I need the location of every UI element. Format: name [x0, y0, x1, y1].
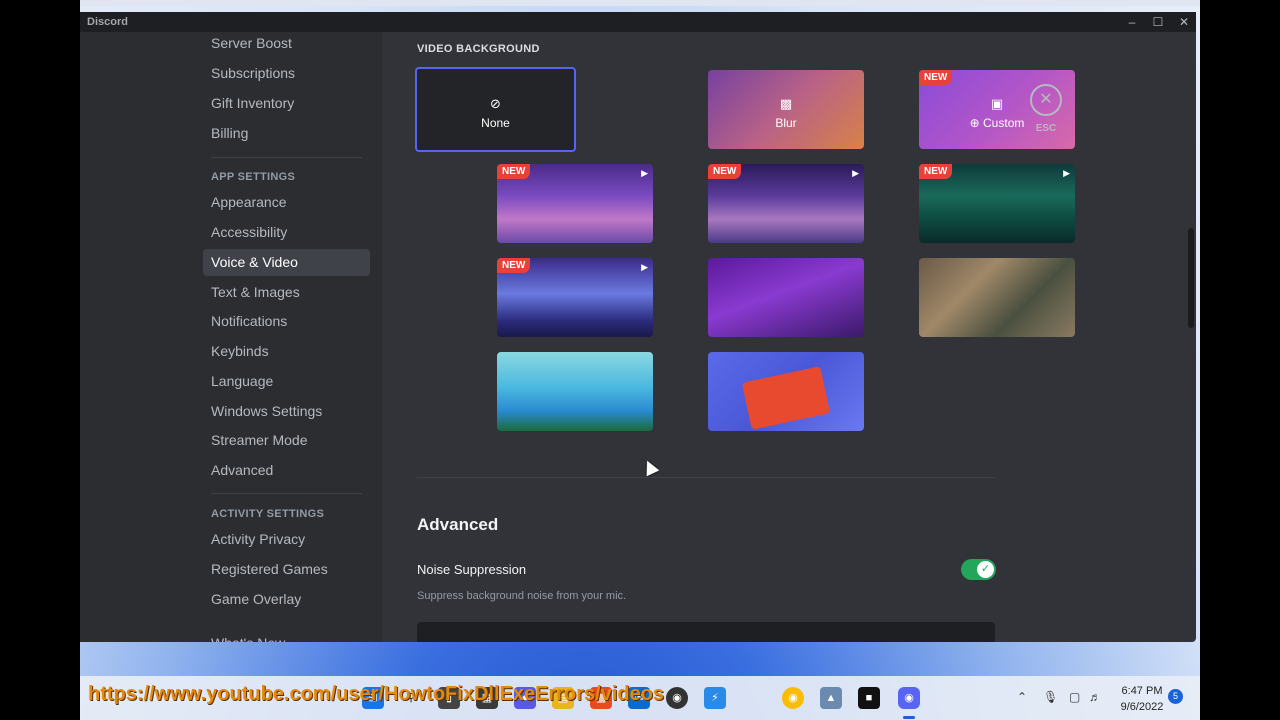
sidebar-item-appearance[interactable]: Appearance [203, 189, 370, 216]
sidebar-item-subscriptions[interactable]: Subscriptions [203, 60, 370, 87]
tile-art-shape [741, 366, 831, 430]
background-tile-control-room[interactable]: NEW ▶ [919, 164, 1075, 243]
sidebar-item-activity-privacy[interactable]: Activity Privacy [203, 526, 370, 553]
sidebar-divider [211, 157, 362, 158]
play-icon: ▶ [641, 262, 648, 272]
background-none-label: None [481, 116, 510, 130]
resource-monitor-icon[interactable]: ▲ [820, 687, 842, 709]
new-badge: NEW [919, 70, 953, 85]
blur-icon: ▩ [779, 96, 793, 111]
krisp-logo: krisp [435, 638, 488, 642]
sidebar-divider [211, 493, 362, 494]
letterbox-left [0, 0, 80, 720]
new-badge: NEW [919, 164, 953, 179]
video-background-label: VIDEO BACKGROUND [417, 43, 540, 55]
settings-sidebar: Server Boost Subscriptions Gift Inventor… [80, 32, 382, 642]
minimize-icon[interactable]: – [1120, 13, 1144, 31]
background-none-tile[interactable]: ⊘ None [415, 67, 576, 152]
scrollbar[interactable] [1188, 228, 1194, 328]
esc-label: ESC [1035, 123, 1057, 134]
sidebar-item-keybinds[interactable]: Keybinds [203, 338, 370, 365]
clock-time: 6:47 PM [1121, 685, 1163, 697]
check-icon: ✓ [977, 561, 994, 578]
window-title: Discord [87, 16, 128, 28]
sidebar-item-voice-video[interactable]: Voice & Video [203, 249, 370, 276]
epic-games-icon[interactable]: ■ [858, 687, 880, 709]
noise-suppression-description: Suppress background noise from your mic. [417, 590, 627, 602]
new-badge: NEW [497, 164, 531, 179]
background-tile-purple-city[interactable] [708, 258, 864, 337]
background-blur-tile[interactable]: ▩ Blur [708, 70, 864, 149]
active-app-indicator [903, 716, 915, 719]
title-bar: Discord – ☐ ✕ [80, 12, 1196, 32]
sidebar-item-billing[interactable]: Billing [203, 120, 370, 147]
media-player-icon[interactable]: ◉ [666, 687, 688, 709]
chrome-icon[interactable]: ◉ [782, 687, 804, 709]
sidebar-item-registered-games[interactable]: Registered Games [203, 556, 370, 583]
background-tile-space-cafe[interactable]: NEW ▶ [497, 164, 653, 243]
new-badge: NEW [497, 258, 531, 273]
notification-badge[interactable]: 5 [1168, 689, 1183, 704]
advanced-heading: Advanced [417, 515, 499, 534]
play-icon: ▶ [852, 168, 859, 178]
background-window-strip [80, 0, 1200, 6]
letterbox-right [1200, 0, 1280, 720]
noise-suppression-label: Noise Suppression [417, 562, 527, 577]
esc-close-icon[interactable]: ✕ [1030, 84, 1062, 116]
background-tile-space-night[interactable]: NEW ▶ [708, 164, 864, 243]
app-icon[interactable]: ⚡ [704, 687, 726, 709]
sidebar-item-server-boost[interactable]: Server Boost [203, 30, 370, 57]
settings-content: VIDEO BACKGROUND ⊘ None ▩ Blur NEW ▣ ⊕ C… [382, 32, 1196, 642]
discord-window: Discord – ☐ ✕ Server Boost Subscriptions… [80, 12, 1196, 642]
background-blur-label: Blur [775, 116, 797, 130]
sidebar-item-language[interactable]: Language [203, 368, 370, 395]
noise-suppression-toggle[interactable]: ✓ [961, 559, 996, 580]
overlay-url: https://www.youtube.com/user/HowtoFixDll… [88, 683, 665, 705]
app-settings-header: APP SETTINGS [211, 171, 296, 183]
play-icon: ▶ [1063, 168, 1070, 178]
network-icon[interactable]: ▢ [1069, 690, 1080, 704]
new-badge: NEW [708, 164, 742, 179]
sidebar-item-accessibility[interactable]: Accessibility [203, 219, 370, 246]
play-icon: ▶ [641, 168, 648, 178]
sidebar-item-notifications[interactable]: Notifications [203, 308, 370, 335]
activity-settings-header: ACTIVITY SETTINGS [211, 508, 325, 520]
block-icon: ⊘ [490, 96, 501, 111]
microphone-icon[interactable]: 🎙 [1043, 690, 1058, 704]
custom-label-text: Custom [983, 116, 1025, 130]
sidebar-item-game-overlay[interactable]: Game Overlay [203, 586, 370, 613]
maximize-icon[interactable]: ☐ [1146, 13, 1170, 31]
background-tile-room[interactable] [919, 258, 1075, 337]
clock[interactable]: 6:47 PM 9/6/2022 [1117, 683, 1167, 715]
sidebar-item-windows-settings[interactable]: Windows Settings [203, 398, 370, 425]
sidebar-item-whats-new[interactable]: What's New [203, 630, 370, 642]
sidebar-item-text-images[interactable]: Text & Images [203, 279, 370, 306]
volume-icon[interactable]: ♬ [1089, 690, 1101, 704]
close-icon[interactable]: ✕ [1172, 13, 1196, 31]
section-divider [417, 477, 995, 478]
background-tile-clyde-clouds[interactable]: NEW ▶ [497, 258, 653, 337]
background-tile-wumpus-chaos[interactable] [708, 352, 864, 431]
discord-taskbar-icon[interactable]: ◉ [898, 687, 920, 709]
background-tile-island[interactable] [497, 352, 653, 431]
krisp-panel: krisp [417, 622, 995, 642]
sidebar-item-gift-inventory[interactable]: Gift Inventory [203, 90, 370, 117]
chevron-up-icon[interactable]: ⌃ [1017, 690, 1027, 704]
sidebar-item-streamer-mode[interactable]: Streamer Mode [203, 427, 370, 454]
sidebar-item-advanced[interactable]: Advanced [203, 457, 370, 484]
clock-date: 9/6/2022 [1120, 701, 1164, 713]
